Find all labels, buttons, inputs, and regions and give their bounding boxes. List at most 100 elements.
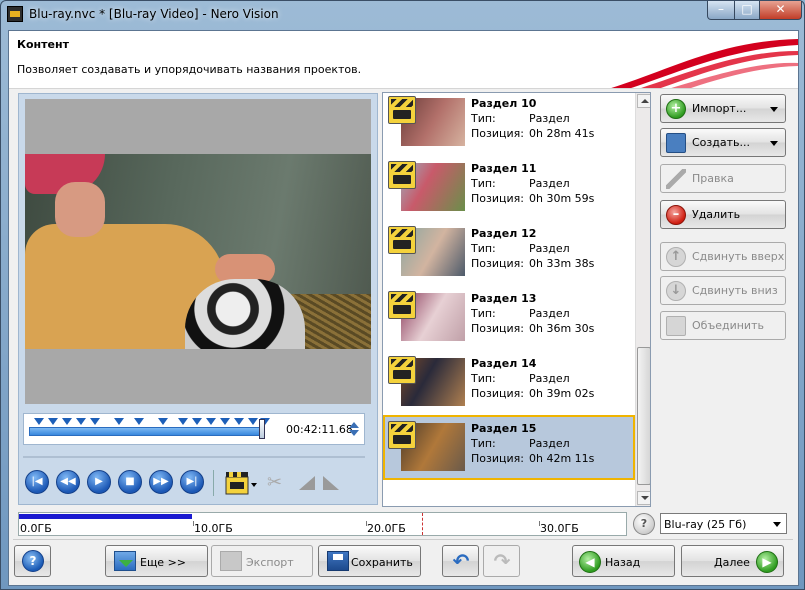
scissors-icon[interactable]: ✂	[267, 472, 282, 493]
chapter-type-label: Тип:	[471, 307, 496, 320]
next-mark-icon[interactable]	[323, 476, 339, 490]
move-up-button[interactable]: ↑ Сдвинуть вверх	[660, 242, 786, 271]
timeline-scrubber-handle[interactable]	[259, 419, 265, 439]
import-button[interactable]: + Импорт...	[660, 94, 786, 123]
chapter-row[interactable]: Раздел 13 Тип: Раздел Позиция: 0h 36m 30s	[383, 285, 635, 350]
disc-type-select[interactable]: Blu-ray (25 Гб)	[660, 513, 787, 534]
chapter-type-value: Раздел	[529, 437, 570, 450]
chapter-position-label: Позиция:	[471, 387, 524, 400]
video-preview-image	[25, 154, 371, 349]
chapter-position-label: Позиция:	[471, 127, 524, 140]
capacity-label: 30.0ГБ	[540, 522, 579, 535]
chapter-marker[interactable]	[134, 418, 144, 425]
chapter-row[interactable]: Раздел 10 Тип: Раздел Позиция: 0h 28m 41s	[383, 93, 635, 155]
capacity-help-icon[interactable]: ?	[633, 513, 655, 535]
chapter-marker[interactable]	[34, 418, 44, 425]
chapter-clapper-icon	[388, 356, 416, 384]
chapter-clapper-icon	[388, 161, 416, 189]
previous-chapter-button[interactable]: ◀◀	[56, 470, 80, 494]
scroll-thumb[interactable]	[637, 347, 650, 485]
nero-swoosh-decoration	[611, 39, 798, 88]
edit-button[interactable]: Правка	[660, 164, 786, 193]
undo-icon: ↶	[452, 549, 470, 573]
chapter-row[interactable]: Раздел 15 Тип: Раздел Позиция: 0h 42m 11s	[383, 415, 635, 480]
skip-to-end-button[interactable]: ▶|	[180, 470, 204, 494]
chapter-position-value: 0h 42m 11s	[529, 452, 595, 465]
close-button[interactable]: ✕	[759, 1, 802, 20]
chapter-marker[interactable]	[114, 418, 124, 425]
move-down-button-label: Сдвинуть вниз	[692, 284, 778, 297]
capacity-used-fill	[19, 514, 192, 519]
chapter-clapper-icon	[388, 226, 416, 254]
arrow-up-icon: ↑	[666, 247, 686, 267]
play-button[interactable]: ▶	[87, 470, 111, 494]
merge-button-label: Объединить	[692, 319, 764, 332]
more-button[interactable]: Еще >>	[105, 545, 208, 577]
export-button[interactable]: Экспорт	[211, 545, 313, 577]
chapter-type-label: Тип:	[471, 437, 496, 450]
back-button[interactable]: ◀ Назад	[572, 545, 675, 577]
next-arrow-icon: ▶	[756, 551, 778, 573]
chapter-marker[interactable]	[158, 418, 168, 425]
chapter-position-value: 0h 30m 59s	[529, 192, 595, 205]
scroll-up-button[interactable]	[637, 94, 650, 108]
save-button[interactable]: Сохранить	[318, 545, 421, 577]
arrow-down-icon: ↓	[666, 281, 686, 301]
timeline-track[interactable]	[29, 427, 264, 436]
next-button[interactable]: Далее ▶	[681, 545, 784, 577]
chapter-marker[interactable]	[192, 418, 202, 425]
merge-button[interactable]: Объединить	[660, 311, 786, 340]
chapter-marker[interactable]	[76, 418, 86, 425]
delete-icon: –	[666, 205, 686, 225]
chapter-type-label: Тип:	[471, 112, 496, 125]
timeline[interactable]: 00:42:11.68	[23, 413, 365, 445]
chapter-marker[interactable]	[62, 418, 72, 425]
chapter-row[interactable]: Раздел 12 Тип: Раздел Позиция: 0h 33m 38s	[383, 220, 635, 285]
move-down-button[interactable]: ↓ Сдвинуть вниз	[660, 276, 786, 305]
chapter-marker[interactable]	[248, 418, 258, 425]
minimize-button[interactable]: –	[707, 1, 735, 20]
capacity-label: 20.0ГБ	[367, 522, 406, 535]
add-chapter-clapper-icon[interactable]	[225, 470, 259, 496]
nero-vision-app-icon[interactable]	[7, 6, 23, 22]
video-preview-pane: 00:42:11.68 |◀ ◀◀ ▶ ■ ▶▶ ▶| ✂	[18, 93, 378, 505]
chapter-marker[interactable]	[206, 418, 216, 425]
chapter-marker[interactable]	[220, 418, 230, 425]
chapter-row[interactable]: Раздел 14 Тип: Раздел Позиция: 0h 39m 02s	[383, 350, 635, 415]
chapter-marker[interactable]	[234, 418, 244, 425]
skip-to-start-button[interactable]: |◀	[25, 470, 49, 494]
chapter-title: Раздел 14	[471, 357, 537, 370]
timecode-spinner[interactable]	[349, 422, 360, 436]
floppy-disk-icon	[327, 551, 349, 571]
chapter-row[interactable]: Раздел 11 Тип: Раздел Позиция: 0h 30m 59s	[383, 155, 635, 220]
next-chapter-button[interactable]: ▶▶	[149, 470, 173, 494]
delete-button[interactable]: – Удалить	[660, 200, 786, 229]
chapter-clapper-icon	[388, 291, 416, 319]
chapter-position-label: Позиция:	[471, 322, 524, 335]
chevron-down-icon	[773, 522, 781, 527]
app-window: Blu-ray.nvc * [Blu-ray Video] - Nero Vis…	[0, 0, 805, 590]
client-area: Контент Позволяет создавать и упорядочив…	[8, 30, 799, 586]
back-button-label: Назад	[605, 556, 641, 569]
scroll-down-button[interactable]	[637, 491, 650, 505]
merge-icon	[666, 316, 686, 336]
chapter-marker[interactable]	[48, 418, 58, 425]
chapter-marker[interactable]	[90, 418, 100, 425]
save-button-label: Сохранить	[351, 556, 413, 569]
maximize-button[interactable]: □	[734, 1, 760, 20]
chapter-list[interactable]: Раздел 10 Тип: Раздел Позиция: 0h 28m 41s Раз…	[382, 92, 651, 507]
title-bar[interactable]: Blu-ray.nvc * [Blu-ray Video] - Nero Vis…	[1, 1, 804, 29]
chapter-title: Раздел 13	[471, 292, 537, 305]
redo-button[interactable]: ↷	[483, 545, 520, 577]
chapter-marker[interactable]	[178, 418, 188, 425]
previous-mark-icon[interactable]	[299, 476, 315, 490]
chapter-position-label: Позиция:	[471, 452, 524, 465]
chapter-position-label: Позиция:	[471, 257, 524, 270]
undo-button[interactable]: ↶	[442, 545, 479, 577]
stop-button[interactable]: ■	[118, 470, 142, 494]
create-button[interactable]: Создать...	[660, 128, 786, 157]
help-button[interactable]: ?	[14, 545, 51, 577]
chapter-position-value: 0h 28m 41s	[529, 127, 595, 140]
export-button-label: Экспорт	[246, 556, 294, 569]
chapter-list-scrollbar[interactable]	[635, 93, 650, 506]
